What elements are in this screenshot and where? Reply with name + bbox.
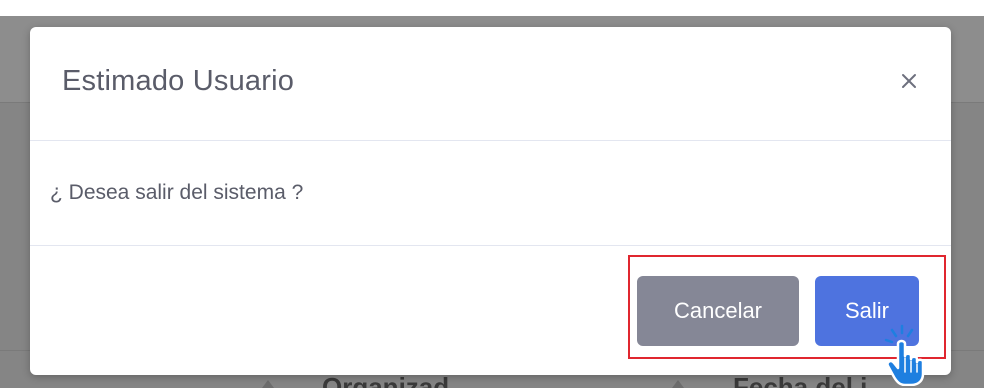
- modal-footer: Cancelar Salir: [30, 246, 951, 375]
- sort-arrow-icon: [672, 380, 684, 388]
- cancel-button[interactable]: Cancelar: [637, 276, 799, 346]
- close-button[interactable]: [891, 63, 927, 99]
- logout-modal: Estimado Usuario ¿ Desea salir del siste…: [30, 27, 951, 375]
- hand-pointer-icon: [884, 324, 925, 386]
- close-icon: [902, 74, 916, 88]
- page: Organizad Fecha del i Estimado Usuario ¿…: [0, 0, 984, 388]
- sort-arrow-icon: [262, 380, 274, 388]
- modal-header: Estimado Usuario: [30, 27, 951, 141]
- modal-message: ¿ Desea salir del sistema ?: [50, 181, 304, 204]
- page-top-strip: [0, 0, 984, 16]
- modal-body: ¿ Desea salir del sistema ?: [30, 141, 951, 246]
- modal-title: Estimado Usuario: [62, 65, 295, 97]
